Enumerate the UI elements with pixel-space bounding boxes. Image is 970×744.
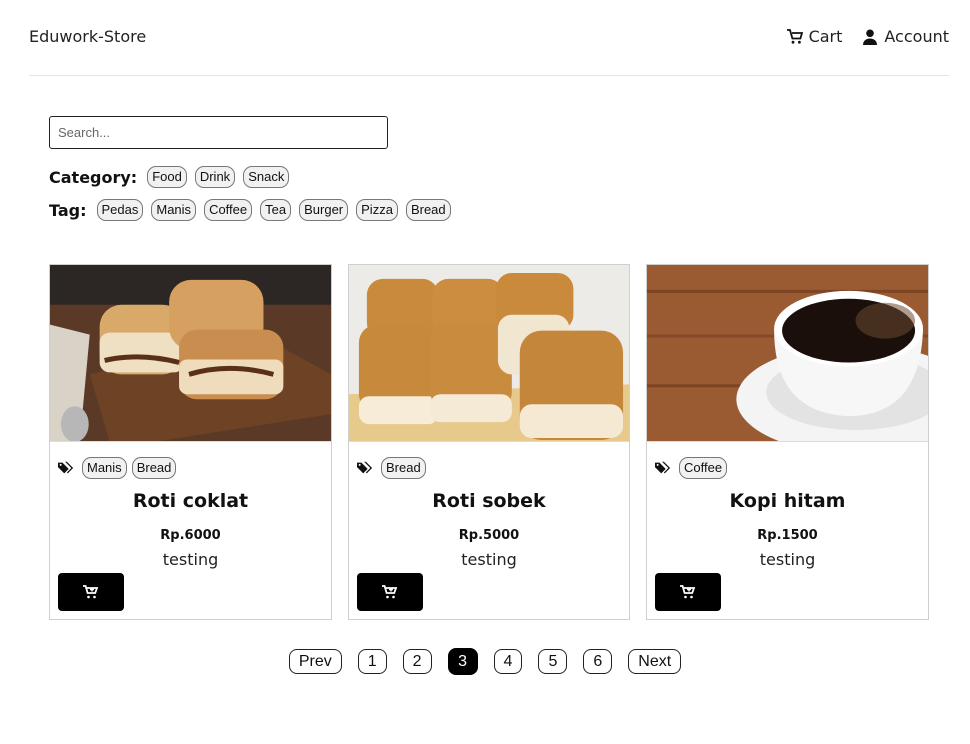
product-image	[50, 265, 331, 442]
tag-chip-coffee[interactable]: Coffee	[204, 199, 253, 221]
add-to-cart-button[interactable]	[58, 573, 124, 611]
next-page-button[interactable]: Next	[628, 649, 682, 674]
add-to-cart-button[interactable]	[357, 573, 423, 611]
product-description: testing	[461, 550, 517, 569]
page-button-1[interactable]: 1	[357, 649, 387, 674]
category-chip-food[interactable]: Food	[147, 166, 187, 188]
prev-page-button[interactable]: Prev	[288, 649, 342, 674]
category-chip-drink[interactable]: Drink	[194, 166, 236, 188]
category-label: Category:	[49, 167, 138, 187]
product-image	[647, 265, 928, 442]
product-price: Rp.6000	[160, 528, 221, 543]
product-title: Kopi hitam	[729, 490, 846, 512]
product-tag-chip[interactable]: Bread	[381, 457, 426, 479]
product-description: testing	[162, 550, 219, 569]
tag-chip-tea[interactable]: Tea	[260, 199, 292, 221]
brand-title[interactable]: Eduwork-Store	[29, 27, 146, 46]
category-filter: Category: Food Drink Snack	[49, 166, 290, 188]
product-title: Roti sobek	[432, 490, 546, 512]
product-price: Rp.1500	[757, 528, 818, 543]
product-tag-chip[interactable]: Bread	[131, 457, 177, 479]
tags-icon	[58, 461, 74, 474]
product-price: Rp.5000	[458, 528, 520, 543]
product-card: Bread Roti sobek Rp.5000 testing	[348, 264, 630, 620]
page-button-5[interactable]: 5	[538, 649, 568, 674]
product-grid: Manis Bread Roti coklat Rp.6000 testing	[49, 264, 929, 620]
tag-chip-bread[interactable]: Bread	[405, 199, 451, 221]
search-input[interactable]	[49, 116, 388, 149]
pagination: Prev 1 2 3 4 5 6 Next	[0, 648, 970, 675]
cart-link[interactable]: Cart	[786, 27, 843, 46]
add-to-cart-button[interactable]	[655, 573, 721, 611]
tag-filter: Tag: Pedas Manis Coffee Tea Burger Pizza…	[49, 199, 451, 221]
tag-chip-pedas[interactable]: Pedas	[96, 199, 144, 221]
product-tag-chip[interactable]: Manis	[82, 457, 127, 479]
product-card: Coffee Kopi hitam Rp.1500 testing	[646, 264, 929, 620]
page-button-6[interactable]: 6	[583, 649, 613, 674]
product-description: testing	[759, 550, 816, 569]
cart-plus-icon	[83, 585, 99, 599]
product-title: Roti coklat	[132, 490, 249, 512]
product-image	[349, 265, 629, 442]
product-tags: Manis Bread	[58, 457, 177, 479]
tag-label: Tag:	[49, 200, 87, 220]
user-icon	[863, 29, 878, 45]
product-tags: Bread	[357, 457, 426, 479]
cart-icon	[786, 28, 803, 44]
product-tag-chip[interactable]: Coffee	[679, 457, 728, 479]
cart-plus-icon	[680, 585, 696, 599]
cart-plus-icon	[382, 585, 398, 599]
page-button-3-current[interactable]: 3	[447, 648, 478, 675]
tag-chip-burger[interactable]: Burger	[299, 199, 349, 221]
cart-label: Cart	[808, 27, 843, 46]
page-button-4[interactable]: 4	[493, 649, 523, 674]
tags-icon	[655, 461, 671, 474]
account-link[interactable]: Account	[862, 27, 949, 46]
navbar: Eduwork-Store Cart Account	[29, 0, 949, 76]
product-card: Manis Bread Roti coklat Rp.6000 testing	[49, 264, 332, 620]
tags-icon	[357, 461, 373, 474]
product-tags: Coffee	[655, 457, 728, 479]
nav-links: Cart Account	[786, 27, 949, 46]
tag-chip-manis[interactable]: Manis	[151, 199, 197, 221]
category-chip-snack[interactable]: Snack	[243, 166, 290, 188]
account-label: Account	[884, 27, 949, 46]
page-button-2[interactable]: 2	[402, 649, 432, 674]
tag-chip-pizza[interactable]: Pizza	[356, 199, 398, 221]
